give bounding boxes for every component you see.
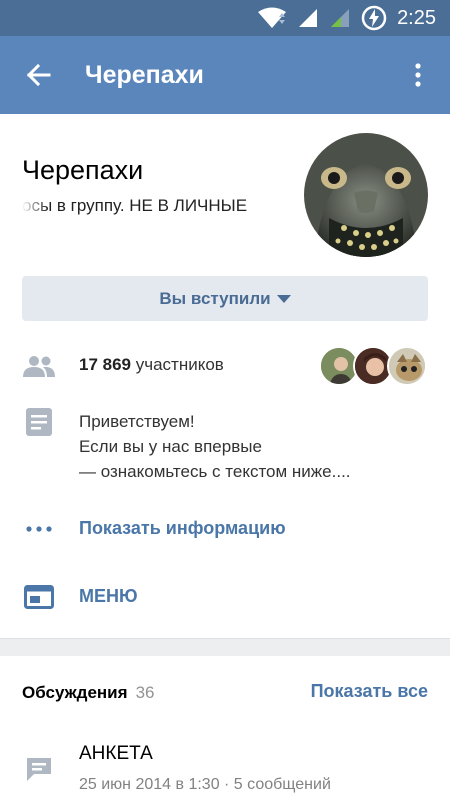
menu-window-icon (24, 585, 54, 609)
status-time: 2:25 (397, 6, 436, 29)
people-icon (23, 356, 55, 377)
show-all-discussions-link[interactable]: Показать все (311, 681, 428, 702)
signal-icon-2 (331, 9, 350, 27)
group-description: Приветствуем! Если вы у нас впервые — оз… (79, 409, 351, 484)
group-name: Черепахи (22, 155, 144, 185)
topic-icon-wrap (22, 752, 56, 786)
status-icons: 2:25 (257, 0, 436, 36)
document-icon (26, 408, 52, 436)
more-vert-icon (415, 63, 421, 87)
turtle-avatar-image (304, 133, 428, 257)
back-button[interactable] (20, 57, 56, 93)
joined-dropdown-button[interactable]: Вы вступили (22, 276, 428, 321)
section-divider (0, 638, 450, 656)
members-label: участников (135, 355, 224, 374)
info-icon-wrap (22, 512, 56, 546)
member-avatar-3[interactable] (387, 346, 427, 386)
page-title: Черепахи (85, 61, 204, 89)
members-count: 17 869 (79, 355, 131, 374)
description-line-1: Приветствуем! (79, 412, 195, 431)
topic-title[interactable]: АНКЕТА (79, 743, 153, 765)
members-count-text[interactable]: 17 869 участников (79, 355, 224, 375)
menu-link[interactable]: МЕНЮ (79, 586, 138, 607)
battery-charging-icon (361, 5, 387, 31)
member-photo-3 (389, 348, 425, 384)
members-row-icon-wrap (22, 349, 56, 383)
group-avatar[interactable] (304, 133, 428, 257)
joined-button-label: Вы вступили (159, 288, 271, 308)
comment-icon (27, 758, 51, 781)
group-status: осы в группу. НЕ В ЛИЧНЫЕ (22, 196, 284, 216)
arrow-back-icon (26, 63, 51, 87)
discussions-count: 36 (135, 683, 155, 702)
caret-down-icon (276, 294, 291, 303)
more-options-button[interactable] (406, 57, 430, 93)
description-line-2: Если вы у нас впервые (79, 437, 262, 456)
topic-meta: 25 июн 2014 в 1:30 · 5 сообщений (79, 776, 331, 793)
discussions-label: Обсуждения (22, 683, 128, 702)
discussions-title: Обсуждения 36 (22, 683, 154, 703)
menu-icon-wrap (22, 580, 56, 614)
description-icon-wrap (22, 405, 56, 439)
description-line-3: — ознакомьтесь с текстом ниже.... (79, 462, 351, 481)
signal-icon (299, 9, 318, 27)
wifi-icon (258, 7, 287, 28)
status-bar: 2:25 (0, 0, 450, 36)
more-horiz-icon (26, 526, 52, 532)
app-bar: Черепахи (0, 36, 450, 114)
show-info-link[interactable]: Показать информацию (79, 518, 286, 539)
member-avatars[interactable] (319, 346, 431, 386)
